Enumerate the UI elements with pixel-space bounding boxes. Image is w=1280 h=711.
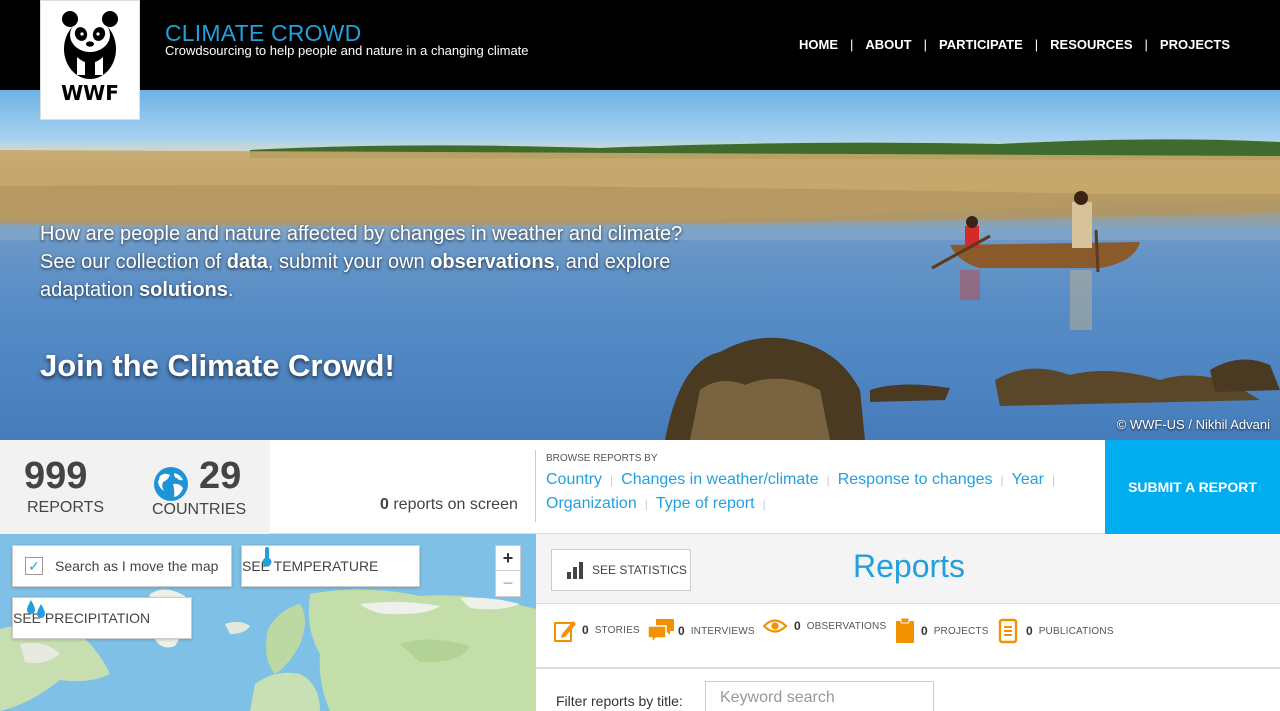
on-screen-label: reports on screen [388,496,518,513]
interviews-label: INTERVIEWS [690,625,755,637]
statistics-label: SEE STATISTICS [592,563,687,577]
browse-separator: | [826,473,830,487]
eye-icon [763,619,787,633]
observations-count[interactable]: 0 OBSERVATIONS [763,618,886,634]
hero-intro: How are people and nature affected by ch… [40,220,740,304]
main-nav: HOME | ABOUT | PARTICIPATE | RESOURCES |… [799,37,1230,52]
browse-separator: | [1000,473,1004,487]
projects-number: 0 [921,624,928,638]
nav-separator: | [1034,37,1039,52]
site-header: CLIMATE CROWD Crowdsourcing to help peop… [0,0,1280,90]
zoom-control: + − [495,545,521,597]
site-subtitle: Crowdsourcing to help people and nature … [165,43,529,58]
see-statistics-button[interactable]: SEE STATISTICS [551,549,691,591]
browse-label: BROWSE REPORTS BY [546,453,658,464]
projects-label: PROJECTS [933,625,989,637]
clipboard-icon [896,618,914,643]
reports-title: Reports [853,548,966,584]
stories-number: 0 [582,623,589,637]
hero-line-3a: adaptation [40,279,139,301]
search-as-move-toggle[interactable]: ✓ Search as I move the map [12,545,232,587]
nav-projects[interactable]: PROJECTS [1160,37,1230,52]
nav-home[interactable]: HOME [799,37,838,52]
zoom-in-button[interactable]: + [496,546,520,571]
observations-number: 0 [794,619,801,633]
interviews-number: 0 [678,624,685,638]
keyword-search-input[interactable] [705,681,934,711]
filter-label: Filter reports by title: [556,693,683,709]
nav-separator: | [850,37,854,52]
zoom-out-button[interactable]: − [496,571,520,596]
nav-participate[interactable]: PARTICIPATE [939,37,1023,52]
stories-count[interactable]: 0 STORIES [554,618,640,642]
stories-label: STORIES [594,624,640,636]
hero-solutions-link[interactable]: solutions [139,279,228,301]
see-precipitation-button[interactable]: SEE PRECIPITATION [12,597,192,639]
logo-text: WWF [61,81,119,105]
globe-icon [154,467,188,501]
reports-map[interactable]: ✓ Search as I move the map SEE TEMPERATU… [0,534,536,711]
publications-number: 0 [1026,624,1033,638]
browse-separator: | [644,497,648,511]
hero-line-1: How are people and nature affected by ch… [40,223,683,245]
panda-icon [62,11,118,79]
pencil-icon [554,621,576,642]
search-as-move-label: Search as I move the map [55,558,219,574]
browse-separator: | [1051,473,1056,487]
browse-reports: BROWSE REPORTS BY Country | Changes in wea… [535,450,1100,522]
browse-links: Country | Changes in weather/climate | Respo… [546,468,1100,516]
interviews-count[interactable]: 0 INTERVIEWS [647,618,755,644]
raindrops-icon [27,600,45,618]
on-screen-count: 0 reports on screen [380,496,518,514]
hero-banner: How are people and nature affected by ch… [0,90,1280,440]
countries-label: COUNTRIES [152,501,247,518]
nav-separator: | [923,37,927,52]
reports-label: REPORTS [27,499,105,516]
chat-icon [647,619,674,644]
nav-about[interactable]: ABOUT [865,37,911,52]
hero-line-2e: , and explore [554,251,671,273]
browse-organization-link[interactable]: Organization [546,495,637,512]
submit-report-button[interactable]: SUBMIT A REPORT [1105,440,1280,534]
hero-call-to-action[interactable]: Join the Climate Crowd! [40,348,395,384]
hero-line-2c: , submit your own [267,251,431,273]
browse-separator: | [762,497,766,511]
browse-type-link[interactable]: Type of report [656,495,755,512]
document-icon [998,618,1018,644]
publications-label: PUBLICATIONS [1038,625,1114,637]
nav-separator: | [1144,37,1148,52]
hero-observations-link[interactable]: observations [430,251,554,273]
thermometer-icon [262,547,272,567]
wwf-logo[interactable]: WWF [40,0,140,120]
hero-line-2a: See our collection of [40,251,227,273]
browse-weather-link[interactable]: Changes in weather/climate [621,471,818,488]
on-screen-number: 0 [380,496,389,513]
hero-line-3c: . [227,279,234,301]
see-temperature-button[interactable]: SEE TEMPERATURE [241,545,420,587]
observations-label: OBSERVATIONS [806,620,887,632]
hero-data-link[interactable]: data [227,251,268,273]
browse-year-link[interactable]: Year [1012,471,1044,488]
browse-separator: | [610,473,614,487]
nav-resources[interactable]: RESOURCES [1050,37,1132,52]
countries-count: 29 [199,455,242,497]
search-checkbox[interactable]: ✓ [25,557,43,575]
projects-count[interactable]: 0 PROJECTS [895,618,989,644]
reports-count: 999 [24,455,88,497]
publications-count[interactable]: 0 PUBLICATIONS [998,618,1114,644]
browse-country-link[interactable]: Country [546,471,602,488]
photo-credit: © WWF-US / Nikhil Advani [1116,417,1270,432]
bar-chart-icon [567,562,583,579]
browse-response-link[interactable]: Response to changes [838,471,993,488]
